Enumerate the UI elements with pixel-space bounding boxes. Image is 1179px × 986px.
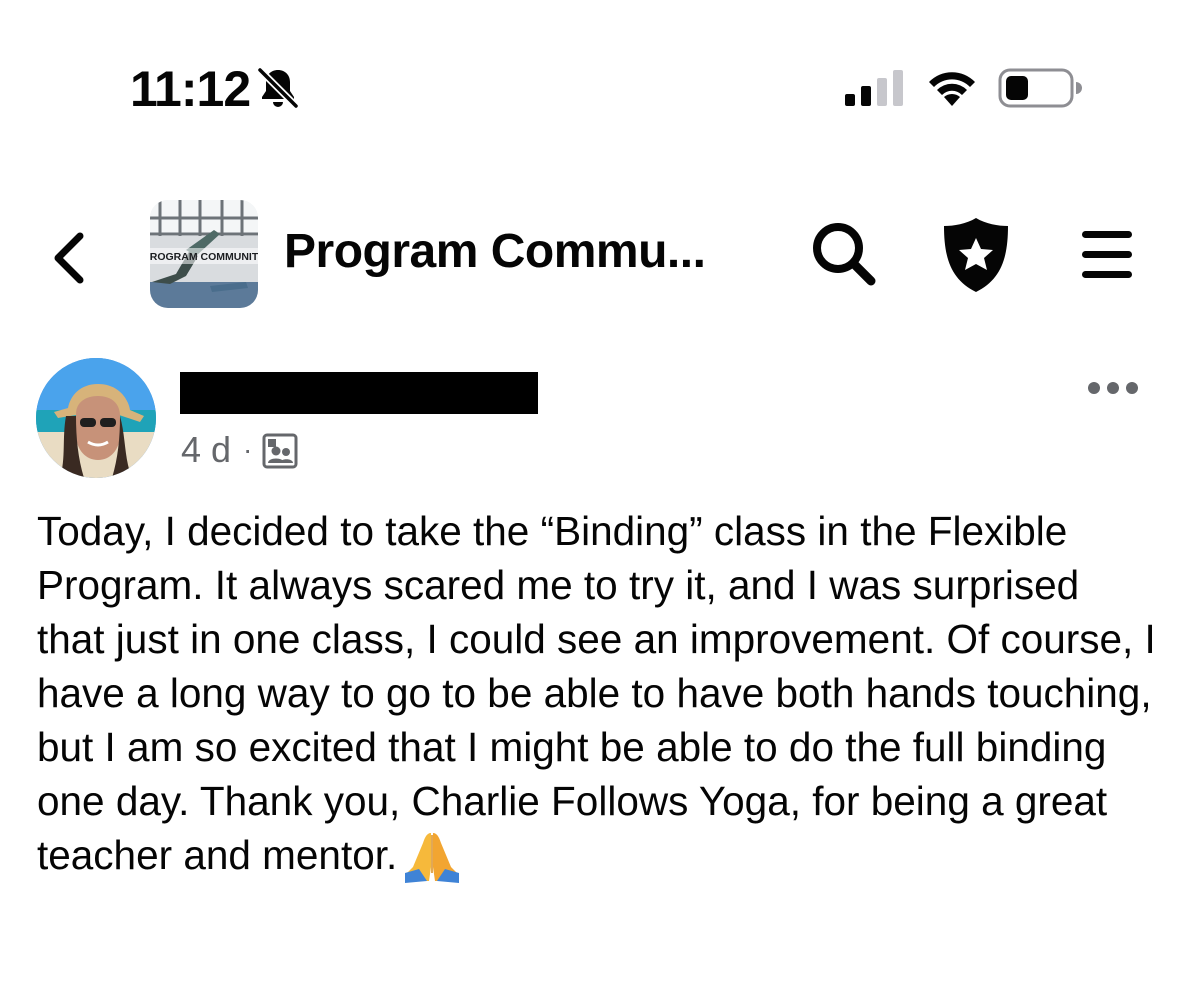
group-thumbnail-text: PROGRAM COMMUNITY xyxy=(150,251,258,263)
author-avatar-image xyxy=(36,358,156,478)
group-thumbnail[interactable]: PROGRAM COMMUNITY xyxy=(150,200,258,308)
shield-star-icon[interactable] xyxy=(940,216,1012,294)
battery-icon xyxy=(998,68,1082,108)
group-title[interactable]: Program Commu... xyxy=(284,222,744,282)
bell-slash-icon xyxy=(257,67,299,109)
status-bar: 11:12 xyxy=(0,0,1179,160)
back-button[interactable]: chevron-left-icon xyxy=(46,228,96,288)
author-name-redacted xyxy=(180,372,538,414)
post-text: Today, I decided to take the “Binding” c… xyxy=(37,508,1156,878)
group-thumbnail-image: PROGRAM COMMUNITY xyxy=(150,200,258,308)
wifi-icon xyxy=(929,72,975,106)
group-members-icon xyxy=(262,433,298,469)
search-icon[interactable] xyxy=(810,220,878,288)
more-horizontal-icon[interactable] xyxy=(1086,376,1140,400)
group-header: chevron-left-icon PROGRAM COMMUNITY xyxy=(0,190,1179,320)
post-time[interactable]: 4 d xyxy=(181,428,231,472)
meta-separator: · xyxy=(243,434,253,465)
hamburger-menu-icon[interactable] xyxy=(1080,228,1134,282)
post-body: Today, I decided to take the “Binding” c… xyxy=(37,504,1157,883)
status-time: 11:12 xyxy=(130,61,251,117)
folded-hands-emoji xyxy=(405,833,460,883)
post-meta: 4 d · xyxy=(181,428,298,472)
cellular-signal-icon xyxy=(845,70,903,106)
author-avatar[interactable] xyxy=(36,358,156,478)
